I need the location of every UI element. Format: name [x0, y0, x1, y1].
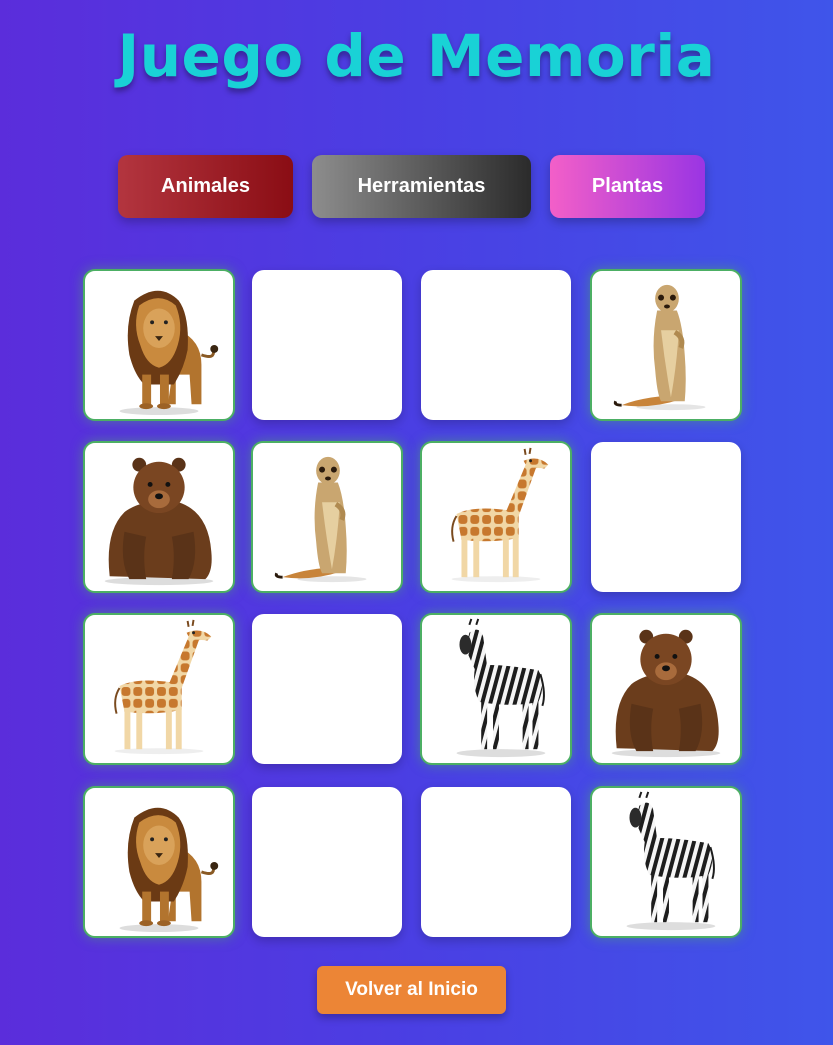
memory-card[interactable] [252, 614, 402, 764]
memory-card[interactable] [590, 613, 742, 765]
memory-card[interactable] [420, 441, 572, 593]
meerkat-image [592, 271, 740, 419]
bear-image [85, 443, 233, 591]
lion-image [85, 788, 233, 936]
memory-card[interactable] [421, 787, 571, 937]
back-to-home-button[interactable]: Volver al Inicio [317, 966, 506, 1014]
memory-card[interactable] [252, 787, 402, 937]
memory-card[interactable] [421, 270, 571, 420]
category-plantas-button[interactable]: Plantas [550, 155, 705, 218]
memory-card[interactable] [83, 441, 235, 593]
memory-card[interactable] [590, 269, 742, 421]
zebra-image [422, 615, 570, 763]
bear-image [592, 615, 740, 763]
memory-card[interactable] [251, 441, 403, 593]
lion-image [85, 271, 233, 419]
page-title: Juego de Memoria [117, 22, 716, 90]
giraffe-image [422, 443, 570, 591]
memory-card[interactable] [591, 442, 741, 592]
memory-card[interactable] [83, 269, 235, 421]
memory-card[interactable] [83, 613, 235, 765]
category-herramientas-button[interactable]: Herramientas [312, 155, 531, 218]
memory-card[interactable] [83, 786, 235, 938]
memory-card[interactable] [420, 613, 572, 765]
memory-card[interactable] [252, 270, 402, 420]
category-animales-button[interactable]: Animales [118, 155, 293, 218]
memory-card[interactable] [590, 786, 742, 938]
meerkat-image [253, 443, 401, 591]
zebra-image [592, 788, 740, 936]
giraffe-image [85, 615, 233, 763]
